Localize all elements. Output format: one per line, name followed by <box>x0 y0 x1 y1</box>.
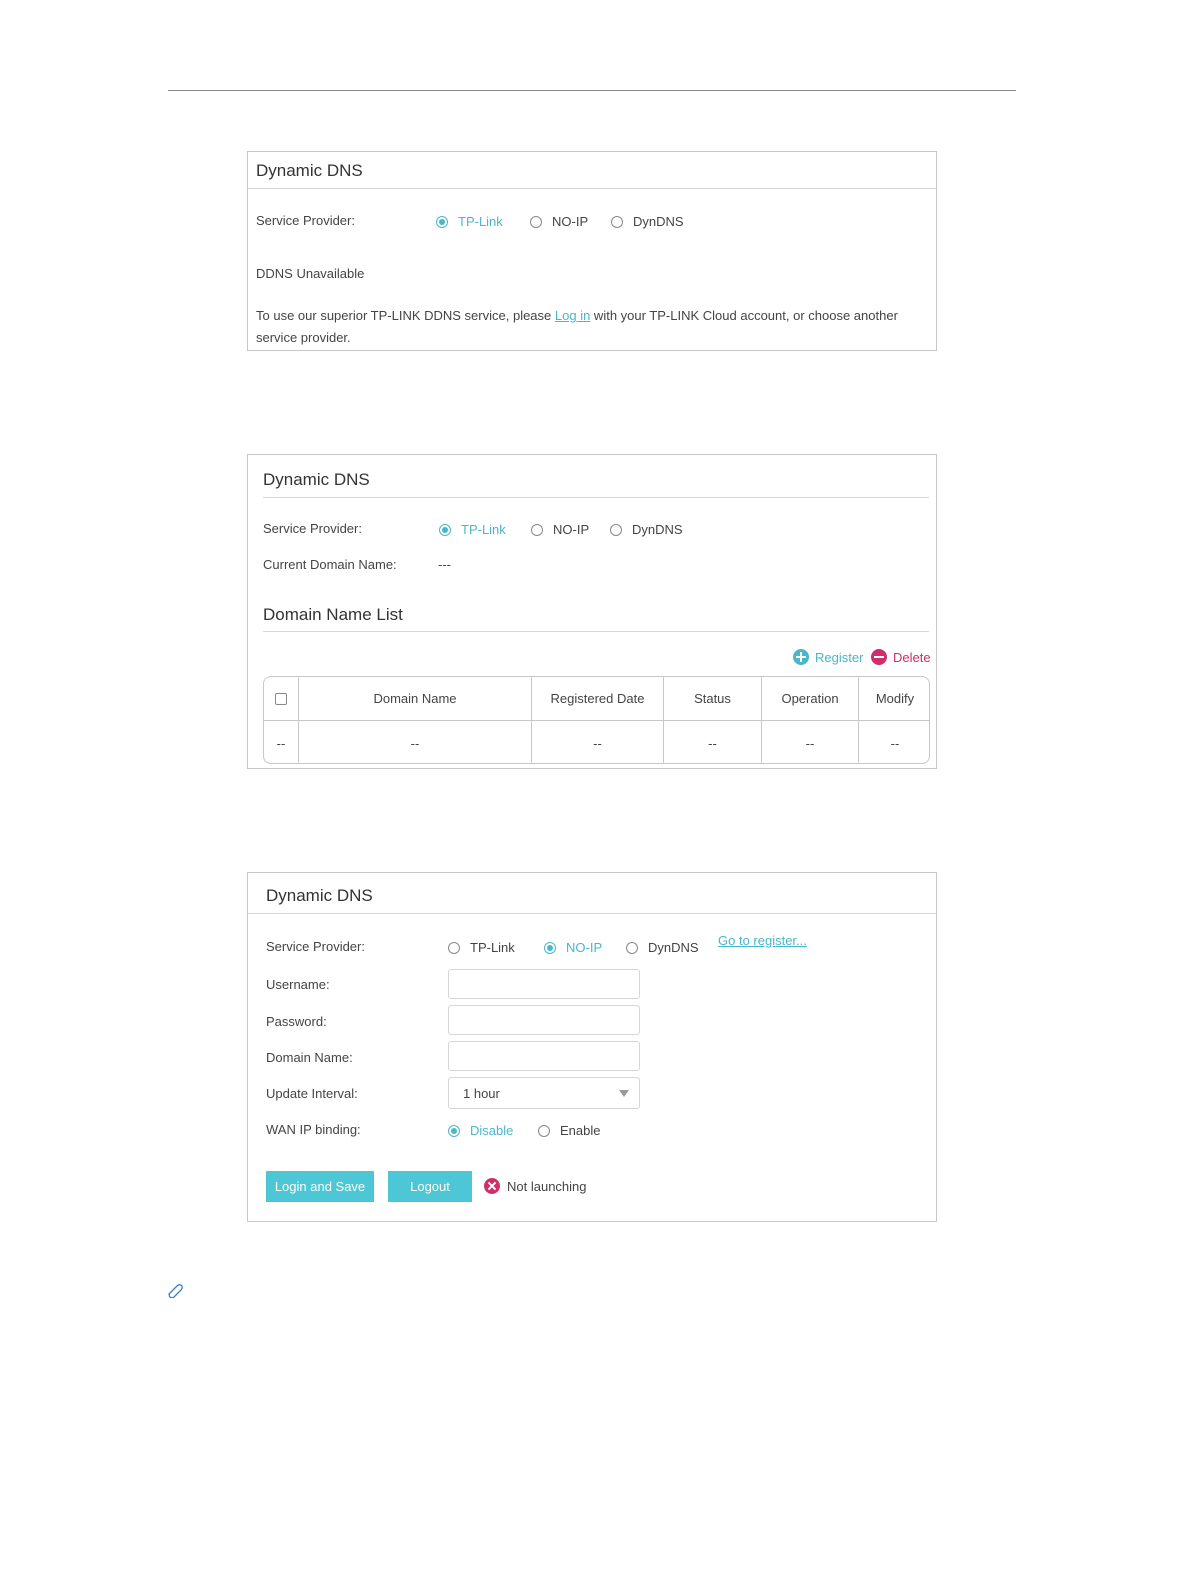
title-divider <box>248 913 936 914</box>
table-cell: -- <box>890 735 900 751</box>
radio-dyndns[interactable]: DynDNS <box>626 940 699 955</box>
radio-no-ip[interactable]: NO-IP <box>531 522 589 537</box>
title-divider <box>263 497 929 498</box>
radio-wan-enable[interactable]: Enable <box>538 1123 600 1138</box>
radio-dot <box>626 941 638 954</box>
ddns-panel-noip: Dynamic DNS Service Provider: TP-Link NO… <box>247 872 937 1222</box>
radio-dot <box>448 941 460 954</box>
error-x-icon <box>484 1178 500 1194</box>
column-header: Domain Name <box>299 677 532 720</box>
ddns-status: DDNS Unavailable <box>256 266 365 281</box>
column-header: Registered Date <box>532 677 664 720</box>
page-top-rule <box>168 90 1016 91</box>
plus-circle-icon <box>793 649 809 665</box>
chevron-down-icon <box>619 1090 629 1097</box>
current-domain-label: Current Domain Name: <box>263 557 397 572</box>
table-cell: -- <box>299 721 532 763</box>
minus-circle-icon <box>871 649 887 665</box>
list-divider <box>263 631 929 632</box>
domain-list-title: Domain Name List <box>263 605 403 624</box>
radio-wan-disable[interactable]: Disable <box>448 1123 513 1138</box>
radio-tp-link[interactable]: TP-Link <box>439 522 506 537</box>
radio-tp-link[interactable]: TP-Link <box>436 214 503 229</box>
radio-no-ip[interactable]: NO-IP <box>530 214 588 229</box>
domain-name-input[interactable] <box>448 1041 640 1071</box>
ddns-panel-tplink: Dynamic DNS Service Provider: TP-Link NO… <box>247 454 937 769</box>
radio-dot <box>538 1124 550 1137</box>
domain-name-label: Domain Name: <box>266 1050 353 1065</box>
login-link[interactable]: Log in <box>555 308 590 323</box>
table-cell: -- <box>664 721 762 763</box>
radio-dyndns[interactable]: DynDNS <box>610 522 683 537</box>
column-header: Operation <box>762 677 859 720</box>
ddns-message-line2: service provider. <box>256 330 351 345</box>
panel-title: Dynamic DNS <box>256 161 363 180</box>
password-label: Password: <box>266 1014 327 1029</box>
ddns-message: To use our superior TP-LINK DDNS service… <box>256 308 898 323</box>
update-interval-label: Update Interval: <box>266 1086 358 1101</box>
column-header: Status <box>664 677 762 720</box>
title-divider <box>248 188 936 189</box>
domain-table: Domain Name Registered Date Status Opera… <box>263 676 930 764</box>
register-button[interactable]: Register <box>793 649 863 665</box>
service-provider-label: Service Provider: <box>256 213 355 228</box>
login-and-save-button[interactable]: Login and Save <box>266 1171 374 1202</box>
password-input[interactable] <box>448 1005 640 1035</box>
column-header: Modify <box>875 691 915 706</box>
service-provider-label: Service Provider: <box>263 521 362 536</box>
table-cell: -- <box>264 721 299 763</box>
current-domain-value: --- <box>438 557 451 572</box>
panel-title: Dynamic DNS <box>263 470 370 489</box>
ddns-panel-unavailable: Dynamic DNS Service Provider: TP-Link NO… <box>247 151 937 351</box>
radio-no-ip[interactable]: NO-IP <box>544 940 602 955</box>
wan-ip-binding-label: WAN IP binding: <box>266 1122 361 1137</box>
service-provider-label: Service Provider: <box>266 939 365 954</box>
radio-dot <box>448 1124 460 1137</box>
radio-dot <box>610 523 622 536</box>
radio-dyndns[interactable]: DynDNS <box>611 214 684 229</box>
launch-status: Not launching <box>484 1178 587 1194</box>
username-label: Username: <box>266 977 330 992</box>
radio-dot <box>439 523 451 536</box>
radio-tp-link[interactable]: TP-Link <box>448 940 515 955</box>
select-all-cell <box>264 677 299 720</box>
table-cell: -- <box>762 721 859 763</box>
go-to-register-link[interactable]: Go to register... <box>718 933 807 948</box>
table-cell: -- <box>532 721 664 763</box>
radio-dot <box>544 941 556 954</box>
radio-dot <box>530 215 542 228</box>
radio-dot <box>531 523 543 536</box>
delete-button[interactable]: Delete <box>871 649 931 665</box>
panel-title: Dynamic DNS <box>266 886 373 905</box>
username-input[interactable] <box>448 969 640 999</box>
radio-dot <box>436 215 448 228</box>
paperclip-icon <box>166 1282 184 1303</box>
select-all-checkbox[interactable] <box>275 692 287 705</box>
radio-dot <box>611 215 623 228</box>
update-interval-select[interactable]: 1 hour <box>448 1077 640 1109</box>
logout-button[interactable]: Logout <box>388 1171 472 1202</box>
